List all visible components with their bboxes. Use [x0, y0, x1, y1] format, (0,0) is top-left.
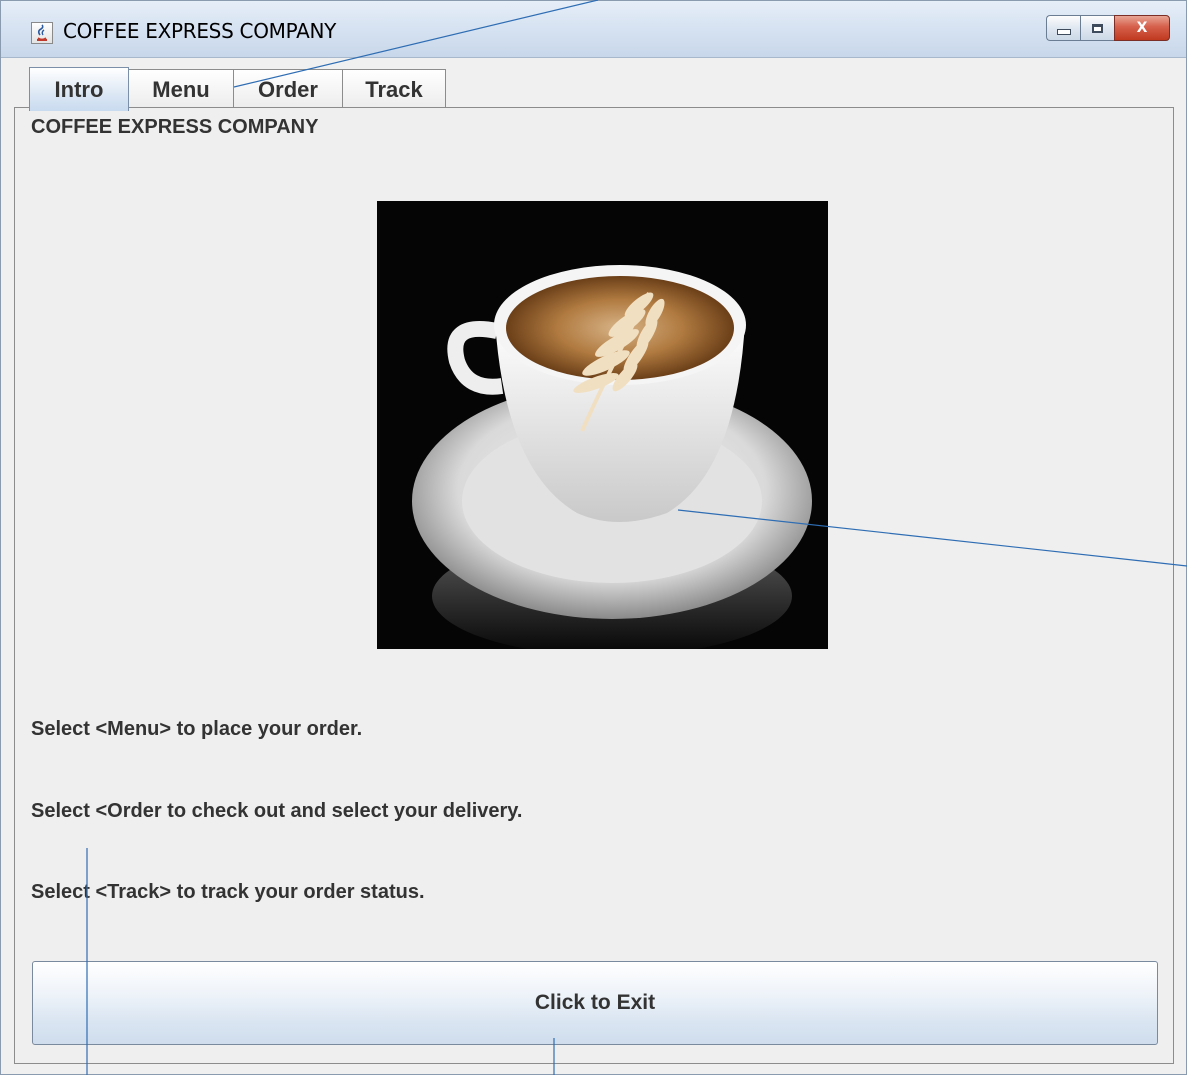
close-icon: X — [1136, 20, 1148, 36]
instruction-menu: Select <Menu> to place your order. — [31, 718, 363, 740]
close-button[interactable]: X — [1114, 15, 1170, 41]
window-content: Intro Menu Order Track COFFEE EXPRESS CO… — [11, 61, 1177, 1067]
tab-order[interactable]: Order — [233, 69, 343, 109]
window-controls: X — [1046, 15, 1170, 41]
instruction-order: Select <Order to check out and select yo… — [31, 800, 523, 822]
tab-bar: Intro Menu Order Track — [29, 67, 446, 111]
tab-label: Track — [365, 76, 423, 102]
instruction-track: Select <Track> to track your order statu… — [31, 881, 425, 903]
app-window: COFFEE EXPRESS COMPANY X Intro Menu Orde… — [0, 0, 1187, 1075]
maximize-icon — [1092, 23, 1103, 33]
tab-track[interactable]: Track — [342, 69, 446, 109]
tab-label: Intro — [54, 76, 104, 102]
minimize-icon — [1056, 29, 1071, 35]
coffee-cup-image — [377, 201, 828, 649]
tab-intro[interactable]: Intro — [29, 67, 129, 111]
tab-menu[interactable]: Menu — [128, 69, 234, 109]
tab-label: Menu — [152, 76, 210, 102]
tab-label: Order — [258, 76, 318, 102]
intro-panel: COFFEE EXPRESS COMPANY Select <Menu> to … — [14, 107, 1174, 1064]
maximize-button[interactable] — [1080, 15, 1114, 41]
minimize-button[interactable] — [1046, 15, 1080, 41]
exit-button[interactable]: Click to Exit — [32, 961, 1158, 1045]
company-heading: COFFEE EXPRESS COMPANY — [31, 116, 319, 138]
window-title: COFFEE EXPRESS COMPANY — [63, 19, 337, 43]
title-bar[interactable]: COFFEE EXPRESS COMPANY X — [1, 1, 1186, 58]
exit-button-label: Click to Exit — [534, 991, 656, 1014]
java-app-icon — [31, 22, 53, 44]
